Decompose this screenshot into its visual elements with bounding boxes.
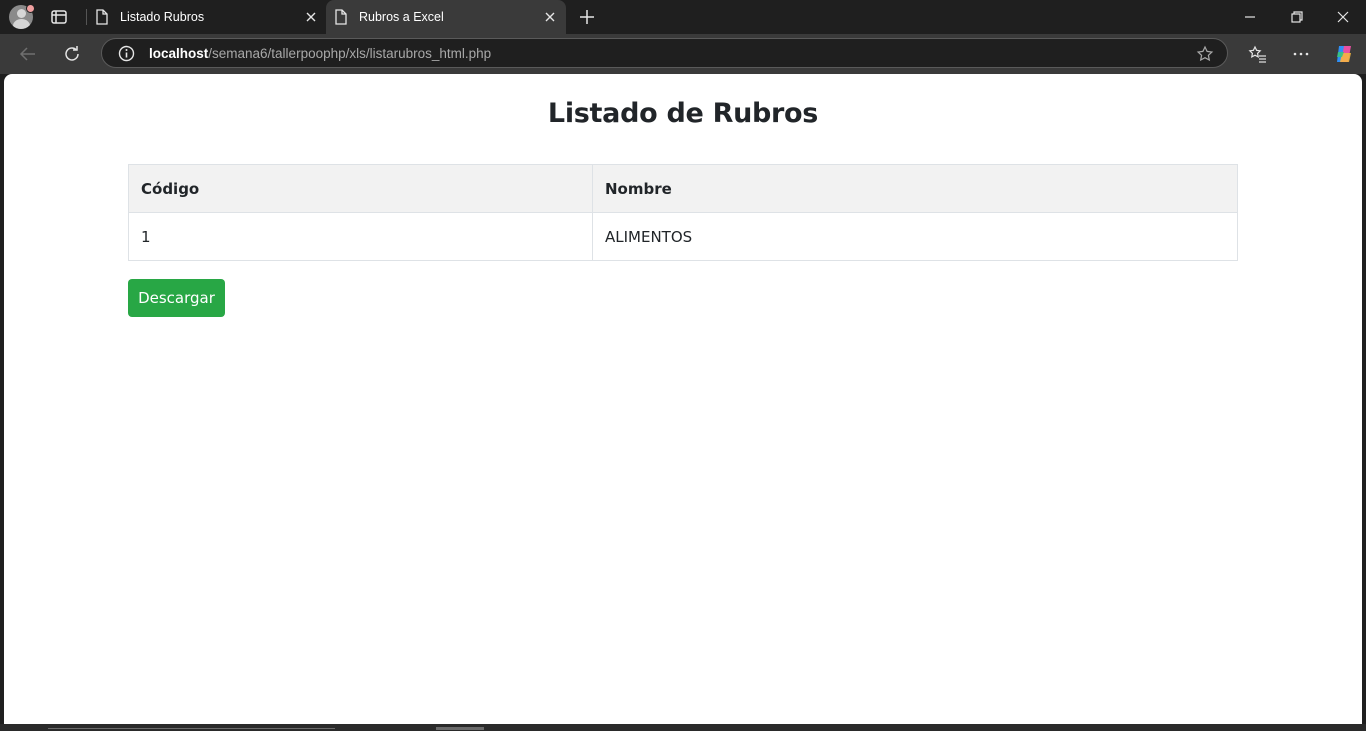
table-header-row: Código Nombre	[128, 164, 1238, 213]
download-button[interactable]: Descargar	[128, 279, 225, 317]
taskbar-indicator	[436, 727, 484, 730]
taskbar-indicator	[48, 728, 335, 729]
profile-notification-dot	[26, 4, 35, 13]
tab-title: Listado Rubros	[120, 10, 205, 24]
cell-codigo: 1	[128, 212, 593, 261]
address-host: localhost	[149, 46, 209, 61]
tab-strip: Listado Rubros Rubros a Excel	[0, 0, 1366, 34]
cell-nombre: ALIMENTOS	[592, 212, 1238, 261]
tab-actions-icon[interactable]	[50, 8, 68, 26]
minimize-icon[interactable]	[1241, 8, 1259, 26]
taskbar-strip	[0, 724, 1366, 731]
close-icon[interactable]	[542, 9, 558, 25]
back-arrow-icon[interactable]	[18, 44, 38, 64]
document-icon	[335, 9, 347, 25]
new-tab-icon[interactable]	[578, 8, 596, 26]
browser-toolbar: localhost/semana6/tallerpoophp/xls/lista…	[0, 34, 1366, 74]
document-icon	[96, 9, 108, 25]
tab-rubros-a-excel[interactable]: Rubros a Excel	[326, 0, 566, 34]
rubros-table: Código Nombre 1 ALIMENTOS	[128, 164, 1238, 261]
address-bar[interactable]: localhost/semana6/tallerpoophp/xls/lista…	[101, 38, 1228, 68]
more-menu-icon[interactable]	[1291, 44, 1311, 64]
restore-icon[interactable]	[1288, 8, 1306, 26]
copilot-icon[interactable]	[1333, 43, 1355, 65]
favorites-list-icon[interactable]	[1248, 44, 1268, 64]
site-info-icon[interactable]	[118, 45, 135, 62]
close-window-icon[interactable]	[1334, 8, 1352, 26]
column-header-codigo: Código	[128, 164, 593, 213]
reload-icon[interactable]	[62, 44, 82, 64]
close-icon[interactable]	[303, 9, 319, 25]
address-url[interactable]: localhost/semana6/tallerpoophp/xls/lista…	[149, 46, 491, 61]
address-path: /semana6/tallerpoophp/xls/listarubros_ht…	[208, 46, 492, 61]
column-header-nombre: Nombre	[592, 164, 1238, 213]
favorite-star-icon[interactable]	[1196, 45, 1214, 63]
page-viewport: Listado de Rubros Código Nombre 1 ALIMEN…	[4, 74, 1362, 724]
table-row: 1 ALIMENTOS	[128, 212, 1238, 261]
page-title: Listado de Rubros	[547, 98, 819, 129]
tab-listado-rubros[interactable]: Listado Rubros	[87, 0, 325, 34]
tab-title: Rubros a Excel	[359, 10, 444, 24]
